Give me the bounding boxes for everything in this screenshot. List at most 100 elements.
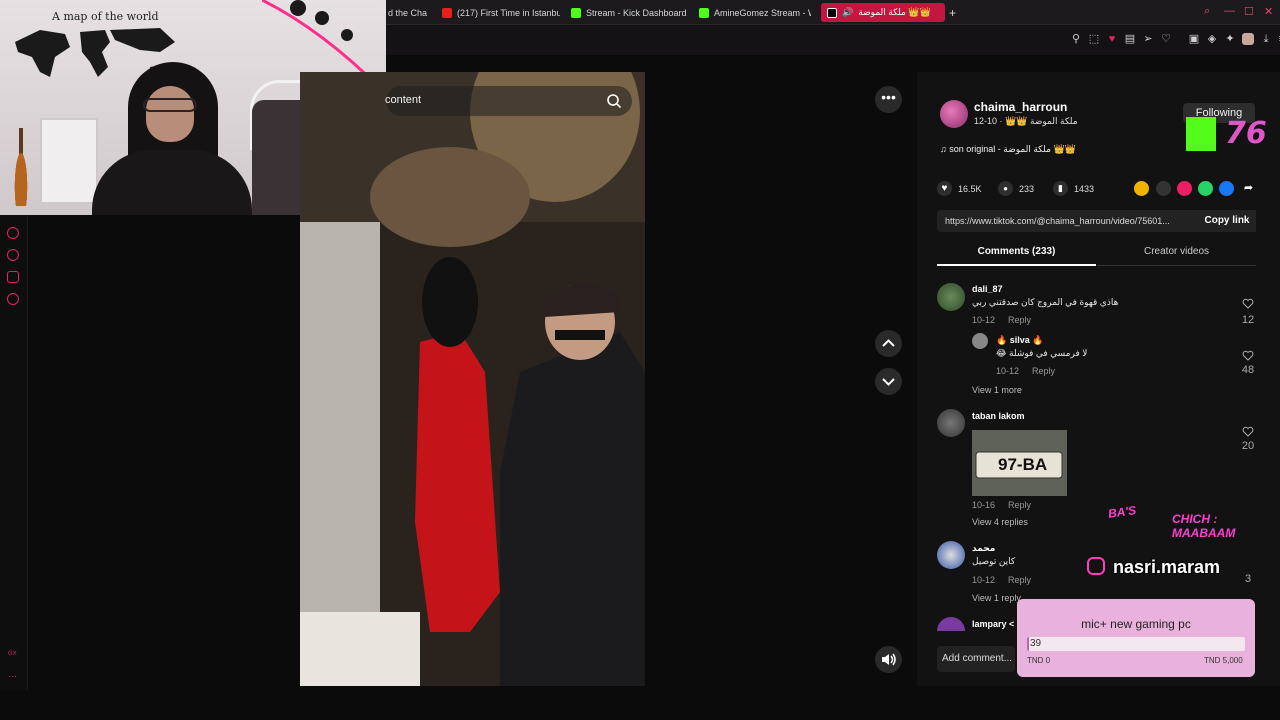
comment-avatar[interactable]: [937, 283, 965, 311]
sidebar-more-icon[interactable]: ···: [8, 671, 17, 681]
close-icon[interactable]: ✕: [1264, 5, 1273, 18]
youtube-icon: [442, 7, 452, 18]
sidebar-settings-icon[interactable]: [7, 293, 19, 305]
add-comment-input[interactable]: Add comment...: [937, 646, 1015, 672]
sidebar-history-icon[interactable]: [7, 249, 19, 261]
tab-creator-videos[interactable]: Creator videos: [1097, 246, 1256, 266]
browser-tab-bar: d the Cha (217) First Time in Istanbu St…: [386, 0, 1280, 25]
creator-username[interactable]: chaima_harroun: [974, 100, 1067, 114]
comment-avatar[interactable]: [937, 541, 965, 569]
goal-progress-fill: [1027, 637, 1029, 651]
search-input-text[interactable]: content: [385, 94, 421, 106]
embed-icon[interactable]: [1156, 181, 1171, 196]
copy-link-button[interactable]: Copy link: [1198, 210, 1256, 232]
previous-video-button[interactable]: [875, 330, 902, 357]
share-arrow-icon[interactable]: ➦: [1241, 181, 1256, 196]
comment-date: 10-12: [972, 315, 996, 325]
plate-text: 97-BA: [998, 455, 1048, 474]
save-stat[interactable]: ▮ 1433: [1053, 181, 1094, 196]
comment-author[interactable]: 🔥 silva 🔥: [996, 335, 1043, 346]
view-replies[interactable]: View 1 reply: [972, 593, 1021, 603]
browser-tab[interactable]: AmineGomez Stream - W: [699, 3, 811, 22]
save-count: 1433: [1074, 183, 1095, 194]
extension-icon[interactable]: ◈: [1206, 33, 1218, 45]
comment-count: 233: [1019, 183, 1035, 194]
tab-comments[interactable]: Comments (233): [937, 246, 1096, 266]
send-to-friends-icon[interactable]: [1177, 181, 1192, 196]
browser-tab[interactable]: d the Cha: [388, 3, 432, 22]
like-stat[interactable]: ♥ 16.5K: [937, 181, 982, 196]
comment-like-count: 3: [1244, 573, 1252, 585]
view-more-replies[interactable]: View 1 more: [972, 385, 1022, 395]
whatsapp-icon[interactable]: [1198, 181, 1213, 196]
heart-outline-icon[interactable]: [1242, 350, 1254, 361]
kick-icon: [571, 7, 581, 18]
speaker-icon[interactable]: 🔊: [842, 7, 853, 18]
comment-author[interactable]: taban lakom: [972, 411, 1025, 421]
streamer-face: [146, 86, 194, 142]
extension-icon[interactable]: ▣: [1188, 33, 1200, 45]
new-tab-button[interactable]: +: [949, 3, 963, 22]
coin-share-icon[interactable]: [1134, 181, 1149, 196]
menu-icon[interactable]: ≡: [1276, 33, 1280, 45]
heart-outline-icon[interactable]: [1242, 426, 1254, 437]
browser-tab-active[interactable]: 🔊 ملكة الموضة 👑👑: [821, 3, 945, 22]
sidebar-messenger-icon[interactable]: [7, 271, 19, 283]
volume-button[interactable]: [875, 646, 902, 673]
reply-button[interactable]: Reply: [1008, 575, 1031, 585]
comment-author[interactable]: dali_87: [972, 284, 1003, 294]
browser-tab[interactable]: Stream - Kick Dashboard: [571, 3, 689, 22]
reply-button[interactable]: Reply: [1008, 500, 1031, 510]
comment-date: 10-16: [972, 500, 996, 510]
tab-label: d the Cha: [388, 7, 428, 18]
comment-avatar[interactable]: [937, 409, 965, 437]
facebook-icon[interactable]: [1219, 181, 1234, 196]
browser-tab[interactable]: (217) First Time in Istanbu: [442, 3, 560, 22]
glasses: [143, 98, 197, 112]
browser-sidebar: GX ···: [0, 215, 28, 690]
more-options-button[interactable]: •••: [875, 86, 902, 113]
heart-icon[interactable]: ♡: [1160, 33, 1172, 45]
tiktok-video[interactable]: [300, 72, 645, 686]
search-icon[interactable]: [606, 93, 622, 109]
creator-avatar[interactable]: [940, 100, 968, 128]
search-bar[interactable]: [386, 86, 632, 116]
reply-avatar[interactable]: [972, 333, 988, 349]
profile-avatar[interactable]: [1242, 33, 1254, 45]
comment-stat[interactable]: ● 233: [998, 181, 1034, 196]
download-icon[interactable]: ⤓: [1260, 33, 1272, 45]
goal-progress-bar: [1027, 637, 1245, 651]
goal-max-label: TND 5,000: [1204, 656, 1243, 665]
pocket-icon[interactable]: ♥: [1106, 33, 1118, 45]
tab-label: (217) First Time in Istanbu: [457, 7, 560, 18]
kick-icon: [699, 7, 709, 18]
reader-icon[interactable]: ▤: [1124, 33, 1136, 45]
view-replies[interactable]: View 4 replies: [972, 517, 1028, 527]
comment-text: كاين توصيل: [972, 556, 1016, 566]
minimize-icon[interactable]: —: [1224, 5, 1235, 17]
creator-nickname-date: ملكة الموضة 👑👑 · 10-12: [974, 116, 1078, 126]
maximize-icon[interactable]: ☐: [1244, 5, 1254, 18]
comment-text: 😂 لا فرمسي في فوشلة: [996, 348, 1088, 358]
reply-button[interactable]: Reply: [1008, 315, 1031, 325]
original-sound-link[interactable]: ♫ son original - ملكة الموضة 👑👑: [940, 144, 1076, 155]
browser-toolbar: ⚲ ⬚ ♥ ▤ ➢ ♡ ▣ ◈ ✦ ⤓ ≡: [386, 25, 1280, 55]
tiktok-icon: [827, 7, 837, 18]
send-icon[interactable]: ➢: [1142, 33, 1154, 45]
search-icon[interactable]: ⌕: [1204, 5, 1210, 18]
comment-like-count: 48: [1241, 364, 1255, 376]
comment-author[interactable]: lampary <: [972, 619, 1014, 629]
sidebar-add-icon[interactable]: [7, 227, 19, 239]
kick-logo: [1186, 117, 1216, 151]
shelf: [40, 118, 98, 204]
next-video-button[interactable]: [875, 368, 902, 395]
comment-image[interactable]: 97-BA: [972, 430, 1067, 496]
plus-icon: +: [949, 5, 957, 20]
heart-outline-icon[interactable]: [1242, 298, 1254, 309]
screenshot-icon[interactable]: ⬚: [1088, 33, 1100, 45]
puzzle-icon[interactable]: ✦: [1224, 33, 1236, 45]
comment-author[interactable]: محمد: [972, 543, 995, 554]
pin-icon[interactable]: ⚲: [1070, 33, 1082, 45]
reply-button[interactable]: Reply: [1032, 366, 1055, 376]
tab-label: Stream - Kick Dashboard: [586, 7, 687, 18]
